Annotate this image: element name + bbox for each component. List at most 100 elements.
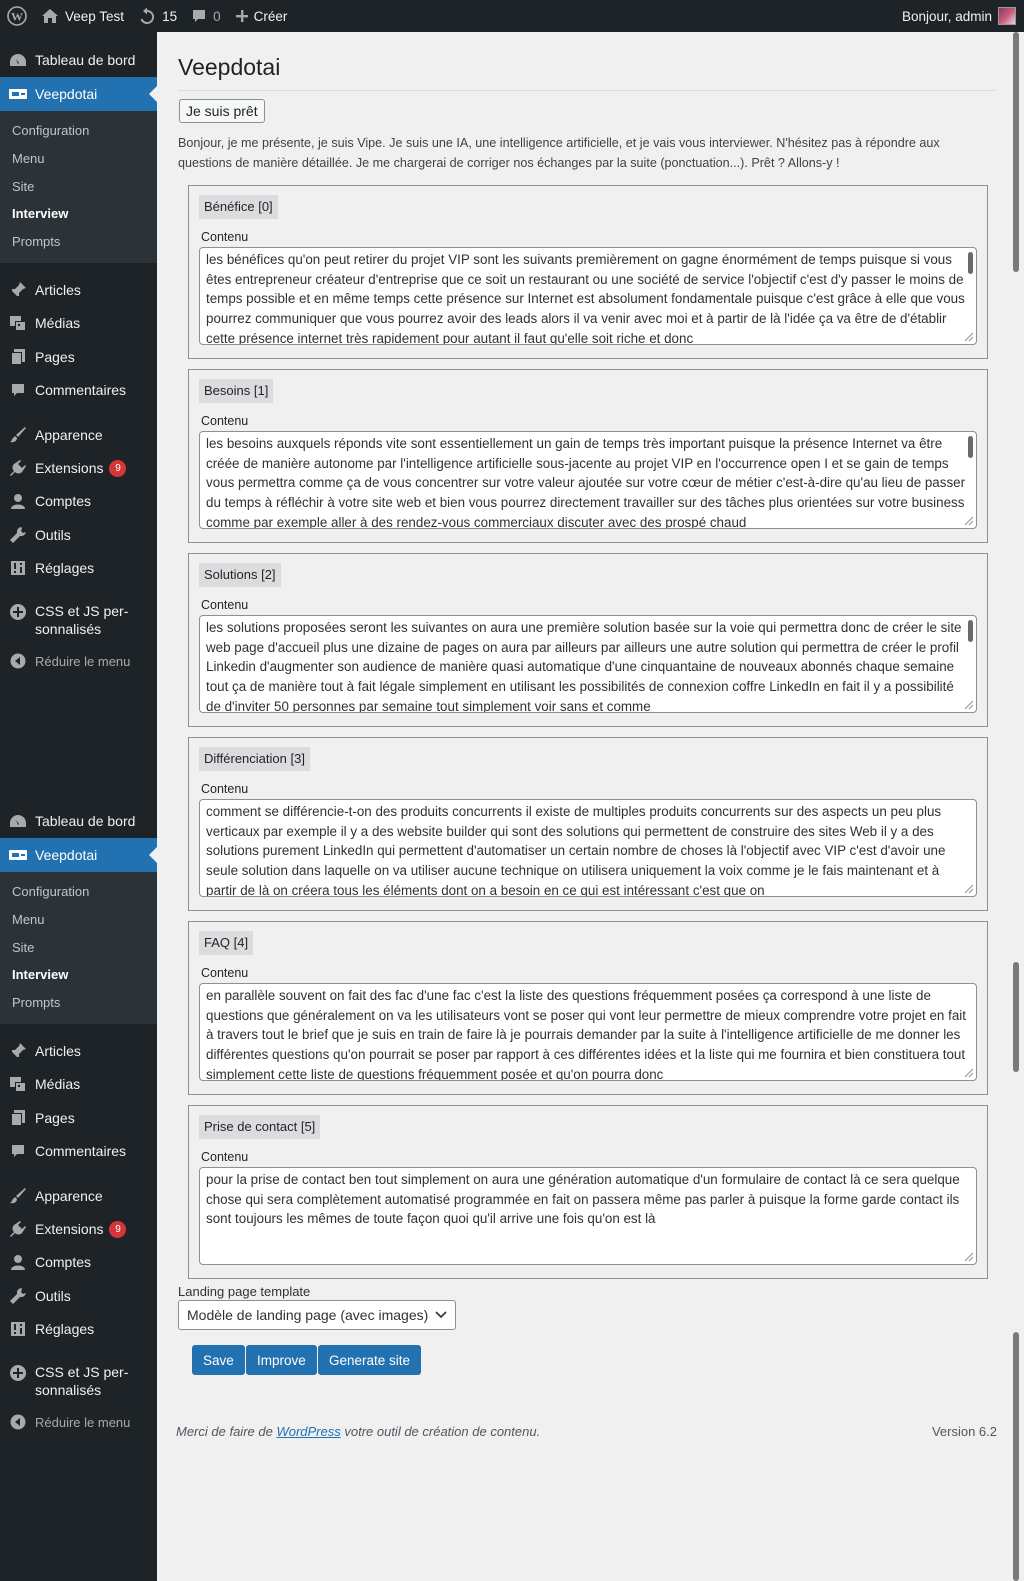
textarea-scrollbar[interactable] bbox=[968, 436, 973, 458]
wordpress-logo-icon[interactable]: W bbox=[0, 0, 34, 32]
menu-label-settings: Réglages bbox=[35, 1321, 95, 1337]
section-title: Différenciation [3] bbox=[199, 747, 310, 771]
site-name-link[interactable]: Veep Test bbox=[34, 0, 131, 32]
submenu-item-prompts[interactable]: Prompts bbox=[12, 234, 60, 249]
menu-item-tools[interactable]: Outils bbox=[0, 1279, 157, 1313]
menu-label-tools: Outils bbox=[35, 527, 71, 543]
save-button[interactable]: Save bbox=[192, 1345, 245, 1375]
menu-item-dashboard[interactable]: Tableau de bord bbox=[0, 43, 157, 77]
section-title: Besoins [1] bbox=[199, 379, 274, 403]
pages-icon bbox=[8, 1108, 28, 1128]
pages-icon bbox=[8, 347, 28, 367]
menu-item-plugins[interactable]: Extensions 9 bbox=[0, 451, 157, 485]
submenu-item-interview[interactable]: Interview bbox=[12, 206, 68, 221]
menu-label-plugins: Extensions bbox=[35, 1221, 104, 1237]
menu-item-comments[interactable]: Commentaires bbox=[0, 373, 157, 407]
new-content-link[interactable]: Créer bbox=[228, 0, 295, 32]
plugins-icon bbox=[8, 458, 28, 478]
menu-label-veepdotai: Veepdotai bbox=[35, 847, 98, 863]
template-label: Landing page template bbox=[178, 1284, 311, 1299]
submenu-item-menu[interactable]: Menu bbox=[12, 151, 45, 166]
menu-label-tools: Outils bbox=[35, 1288, 71, 1304]
content-textarea[interactable]: les besoins auxquels réponds vite sont e… bbox=[199, 431, 977, 529]
menu-item-posts[interactable]: Articles bbox=[0, 273, 157, 307]
main-content: Veepdotai Je suis prêt Bonjour, je me pr… bbox=[157, 32, 1007, 1581]
textarea-scrollbar[interactable] bbox=[968, 252, 973, 274]
veepdotai-submenu: Configuration Menu Site Interview Prompt… bbox=[0, 872, 157, 1024]
menu-item-media[interactable]: Médias bbox=[0, 1067, 157, 1101]
scrollbar-thumb[interactable] bbox=[1013, 962, 1019, 1072]
submenu-item-configuration[interactable]: Configuration bbox=[12, 123, 89, 138]
menu-item-custom-css[interactable]: CSS et JS per-sonnalisés bbox=[0, 1363, 157, 1407]
menu-item-plugins[interactable]: Extensions 9 bbox=[0, 1212, 157, 1246]
updates-link[interactable]: 15 bbox=[131, 0, 184, 32]
menu-item-settings[interactable]: Réglages bbox=[0, 551, 157, 585]
ready-button[interactable]: Je suis prêt bbox=[179, 99, 265, 123]
submenu-item-menu[interactable]: Menu bbox=[12, 912, 45, 927]
resize-handle-icon[interactable] bbox=[964, 332, 974, 342]
submenu-item-site[interactable]: Site bbox=[12, 940, 34, 955]
resize-handle-icon[interactable] bbox=[964, 1252, 974, 1262]
scrollbar-thumb[interactable] bbox=[1013, 32, 1019, 272]
textarea-scrollbar[interactable] bbox=[968, 620, 973, 642]
section-besoins: Besoins [1] Contenu les besoins auxquels… bbox=[188, 369, 988, 543]
chevron-down-icon bbox=[435, 1311, 447, 1319]
users-icon bbox=[8, 491, 28, 511]
content-textarea[interactable]: pour la prise de contact ben tout simple… bbox=[199, 1167, 977, 1265]
resize-handle-icon[interactable] bbox=[964, 700, 974, 710]
submenu-item-prompts[interactable]: Prompts bbox=[12, 995, 60, 1010]
page-scrollbar[interactable] bbox=[1008, 32, 1024, 1581]
template-select[interactable]: Modèle de landing page (avec images) bbox=[178, 1300, 456, 1330]
improve-button[interactable]: Improve bbox=[246, 1345, 317, 1375]
paintbrush-icon bbox=[8, 1186, 28, 1206]
section-differenciation: Différenciation [3] Contenu comment se d… bbox=[188, 737, 988, 911]
custom-css-line2: sonnalisés bbox=[35, 621, 102, 637]
menu-item-users[interactable]: Comptes bbox=[0, 1245, 157, 1279]
veepdotai-submenu: Configuration Menu Site Interview Prompt… bbox=[0, 111, 157, 263]
menu-item-veepdotai[interactable]: Veepdotai bbox=[0, 838, 157, 872]
updates-icon bbox=[138, 7, 156, 25]
menu-item-appearance[interactable]: Apparence bbox=[0, 1179, 157, 1213]
paintbrush-icon bbox=[8, 425, 28, 445]
collapse-menu-button[interactable]: Réduire le menu bbox=[0, 1405, 157, 1439]
menu-item-veepdotai[interactable]: Veepdotai bbox=[0, 77, 157, 111]
menu-item-appearance[interactable]: Apparence bbox=[0, 418, 157, 452]
menu-item-tools[interactable]: Outils bbox=[0, 518, 157, 552]
menu-label-pages: Pages bbox=[35, 1110, 75, 1126]
menu-item-settings[interactable]: Réglages bbox=[0, 1312, 157, 1346]
scrollbar-thumb[interactable] bbox=[1013, 1332, 1019, 1581]
content-textarea[interactable]: comment se différencie-t-on des produits… bbox=[199, 799, 977, 897]
menu-label-custom-css: CSS et JS per-sonnalisés bbox=[35, 1363, 128, 1399]
my-account[interactable]: Bonjour, admin bbox=[902, 7, 1024, 25]
comments-link[interactable]: 0 bbox=[184, 0, 228, 32]
generate-site-button[interactable]: Generate site bbox=[318, 1345, 422, 1375]
menu-item-users[interactable]: Comptes bbox=[0, 484, 157, 518]
menu-item-pages[interactable]: Pages bbox=[0, 1101, 157, 1135]
menu-item-media[interactable]: Médias bbox=[0, 306, 157, 340]
custom-css-line2: sonnalisés bbox=[35, 1382, 102, 1398]
submenu-item-interview[interactable]: Interview bbox=[12, 967, 68, 982]
section-benefice: Bénéfice [0] Contenu les bénéfices qu'on… bbox=[188, 185, 988, 359]
resize-handle-icon[interactable] bbox=[964, 1068, 974, 1078]
new-content-label: Créer bbox=[253, 8, 288, 24]
menu-label-dashboard: Tableau de bord bbox=[35, 52, 136, 68]
submenu-item-configuration[interactable]: Configuration bbox=[12, 884, 89, 899]
comments-count: 0 bbox=[213, 8, 221, 24]
content-textarea[interactable]: en parallèle souvent on fait des fac d'u… bbox=[199, 983, 977, 1081]
resize-handle-icon[interactable] bbox=[964, 884, 974, 894]
content-textarea[interactable]: les solutions proposées seront les suiva… bbox=[199, 615, 977, 713]
submenu-item-site[interactable]: Site bbox=[12, 179, 34, 194]
menu-item-pages[interactable]: Pages bbox=[0, 340, 157, 374]
content-text: les bénéfices qu'on peut retirer du proj… bbox=[206, 252, 965, 345]
collapse-menu-button[interactable]: Réduire le menu bbox=[0, 644, 157, 678]
resize-handle-icon[interactable] bbox=[964, 516, 974, 526]
wordpress-link[interactable]: WordPress bbox=[276, 1424, 340, 1439]
menu-item-dashboard[interactable]: Tableau de bord bbox=[0, 804, 157, 838]
section-prise-de-contact: Prise de contact [5] Contenu pour la pri… bbox=[188, 1105, 988, 1279]
content-textarea[interactable]: les bénéfices qu'on peut retirer du proj… bbox=[199, 247, 977, 345]
menu-item-custom-css[interactable]: CSS et JS per-sonnalisés bbox=[0, 602, 157, 646]
menu-item-posts[interactable]: Articles bbox=[0, 1034, 157, 1068]
menu-item-comments[interactable]: Commentaires bbox=[0, 1134, 157, 1168]
content-text: les besoins auxquels réponds vite sont e… bbox=[206, 436, 966, 529]
settings-sliders-icon bbox=[8, 1319, 28, 1339]
